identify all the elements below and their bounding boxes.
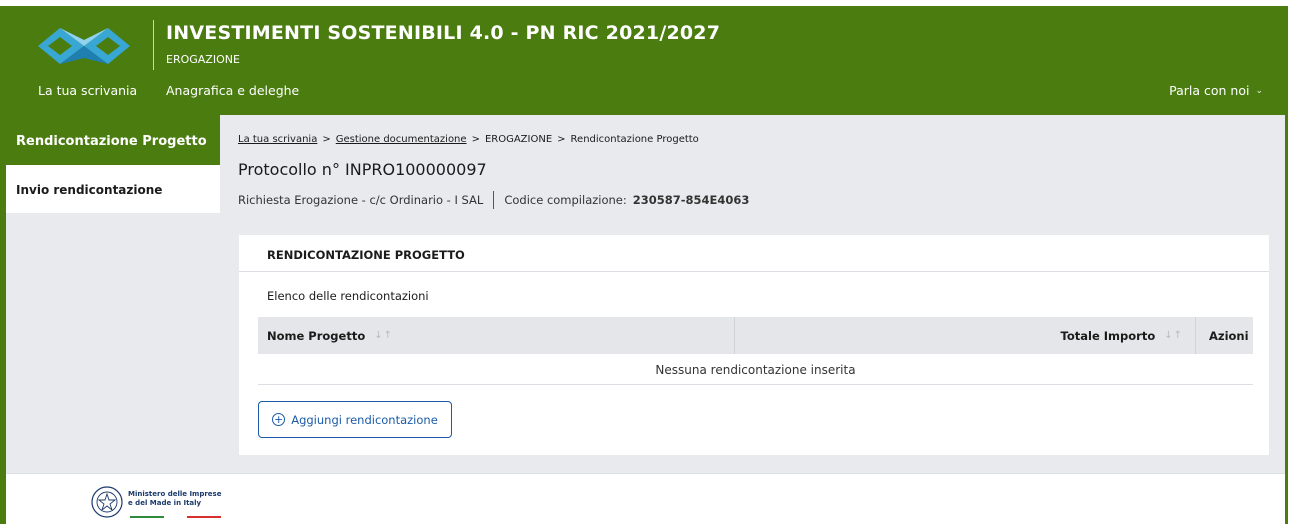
flag-stripe-green <box>130 516 164 518</box>
ministry-line2: e del Made in Italy <box>128 499 202 507</box>
breadcrumb-erogazione: EROGAZIONE <box>484 134 553 145</box>
column-header-azioni: Azioni <box>1209 328 1249 343</box>
page-title: Protocollo n° INPRO100000097 <box>238 160 487 179</box>
richiesta-label: Richiesta Erogazione - c/c Ordinario - I… <box>238 193 484 207</box>
breadcrumb-link-gestione[interactable]: Gestione documentazione <box>336 134 467 145</box>
add-button-label: Aggiungi rendicontazione <box>291 412 438 427</box>
header: INVESTIMENTI SOSTENIBILI 4.0 - PN RIC 20… <box>6 6 1285 115</box>
nav-anagrafica-deleghe[interactable]: Anagrafica e deleghe <box>166 83 299 98</box>
codice-label: Codice compilazione: <box>504 193 627 207</box>
request-info: Richiesta Erogazione - c/c Ordinario - I… <box>238 191 749 209</box>
codice-value: 230587-854E4063 <box>632 193 750 207</box>
chevron-down-icon: ⌄ <box>1255 85 1263 96</box>
sort-icon[interactable]: ↓↑ <box>1164 330 1183 341</box>
rendicontazioni-table: Nome Progetto ↓↑ Totale Importo ↓↑ Azion… <box>258 317 1253 385</box>
breadcrumb-link-scrivania[interactable]: La tua scrivania <box>238 134 317 145</box>
card-divider <box>239 271 1269 272</box>
sidebar-item-rendicontazione-progetto[interactable]: Rendicontazione Progetto <box>6 115 220 165</box>
column-label: Totale Importo <box>1060 328 1156 343</box>
flag-stripe-red <box>187 516 221 518</box>
card-title: RENDICONTAZIONE PROGETTO <box>267 248 465 262</box>
column-header-totale-importo[interactable]: Totale Importo ↓↑ <box>735 317 1196 354</box>
breadcrumb-separator: > <box>557 134 566 145</box>
app-title: INVESTIMENTI SOSTENIBILI 4.0 - PN RIC 20… <box>166 22 721 44</box>
logo-icon <box>38 28 130 64</box>
parla-con-noi-label: Parla con noi <box>1169 83 1250 98</box>
column-label: Nome Progetto <box>267 328 366 343</box>
empty-table-message: Nessuna rendicontazione inserita <box>258 354 1253 385</box>
main-content: La tua scrivania > Gestione documentazione… <box>220 115 1285 473</box>
breadcrumb-separator: > <box>322 134 331 145</box>
column-header-nome-progetto[interactable]: Nome Progetto ↓↑ <box>258 317 735 354</box>
emblem-icon <box>91 486 123 518</box>
logo-divider <box>153 20 154 70</box>
rendicontazione-card: RENDICONTAZIONE PROGETTO Elenco delle re… <box>239 235 1269 455</box>
nav-la-tua-scrivania[interactable]: La tua scrivania <box>38 83 137 98</box>
breadcrumb: La tua scrivania > Gestione documentazione… <box>238 134 699 145</box>
plus-circle-icon: + <box>272 413 286 426</box>
sidebar: Rendicontazione Progetto Invio rendicont… <box>6 115 220 473</box>
list-title: Elenco delle rendicontazioni <box>267 289 429 303</box>
vertical-divider <box>493 191 495 209</box>
add-rendicontazione-button[interactable]: + Aggiungi rendicontazione <box>258 401 452 438</box>
ministry-line1: Ministero delle Imprese <box>128 490 222 498</box>
breadcrumb-separator: > <box>471 134 480 145</box>
app-subtitle: EROGAZIONE <box>166 53 240 66</box>
parla-con-noi-menu[interactable]: Parla con noi ⌄ <box>1169 83 1263 98</box>
sidebar-item-invio-rendicontazione[interactable]: Invio rendicontazione <box>6 165 220 213</box>
footer: Ministero delle Imprese e del Made in It… <box>6 474 1285 524</box>
table-header: Nome Progetto ↓↑ Totale Importo ↓↑ Azion… <box>258 317 1253 354</box>
sort-icon[interactable]: ↓↑ <box>374 330 393 341</box>
ministry-name: Ministero delle Imprese e del Made in It… <box>128 490 221 508</box>
breadcrumb-current: Rendicontazione Progetto <box>570 134 699 145</box>
